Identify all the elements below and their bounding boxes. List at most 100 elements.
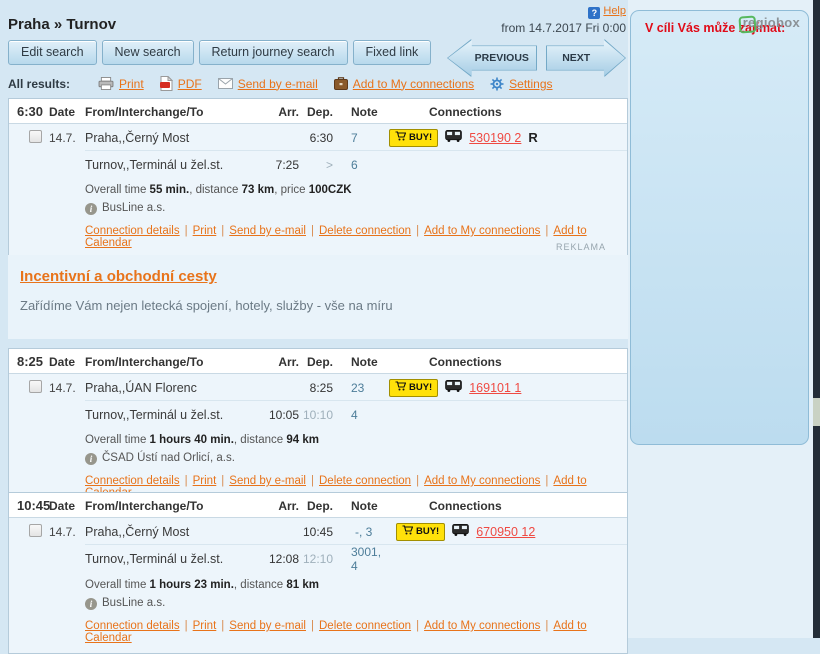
departure-time-header: 8:25 [9,354,49,369]
separator: | [545,225,548,237]
separator: | [221,475,224,487]
previous-button[interactable]: PREVIOUS [447,39,537,77]
bus-icon [445,380,462,395]
pdf-icon [160,76,173,91]
help-link[interactable]: Help [603,5,626,17]
buy-button[interactable]: BUY! [396,523,445,541]
separator: | [416,620,419,632]
from-column-header: From/Interchange/To [85,105,265,119]
cart-icon [395,381,406,394]
settings-link[interactable]: Settings [509,77,552,91]
delete-connection-link[interactable]: Delete connection [319,225,411,237]
date-column-header: Date [49,105,85,119]
separator: | [545,620,548,632]
print-link[interactable]: Print [119,77,144,91]
advertisement: Incentivní a obchodní cesty Zařídíme Vám… [8,255,628,339]
row-stop-name: Praha,,Černý Most [85,131,265,145]
departure-time-header: 10:45 [9,498,49,513]
fixed-link-button[interactable]: Fixed link [353,40,432,65]
connection-number-link[interactable]: 530190 2 [469,131,521,145]
row-note: 6 [333,158,385,172]
row-departure: > [299,158,333,172]
all-results-label: All results: [8,77,70,91]
edit-search-button[interactable]: Edit search [8,40,97,65]
window-edge [813,0,820,638]
overall-summary: Overall time 1 hours 40 min., distance 9… [85,433,627,448]
gear-icon [490,77,504,91]
connection-number-link[interactable]: 169101 1 [469,381,521,395]
result-table-header: 10:45 Date From/Interchange/To Arr. Dep.… [9,493,627,518]
note-column-header: Note [333,499,385,513]
reklama-label: REKLAMA [8,242,628,252]
dep-column-header: Dep. [299,105,333,119]
separator: | [416,225,419,237]
briefcase-icon [334,77,348,90]
result-table-header: 6:30 Date From/Interchange/To Arr. Dep. … [9,99,627,124]
row-stop-name: Praha,,ÚAN Florenc [85,381,265,395]
connection-details-link[interactable]: Connection details [85,475,180,487]
row-arrival: 12:08 [265,552,299,566]
print-connection-link[interactable]: Print [193,475,217,487]
select-connection-checkbox[interactable] [29,524,42,537]
return-journey-search-button[interactable]: Return journey search [199,40,348,65]
carrier-name: ČSAD Ústí nad Orlicí, a.s. [102,451,235,466]
next-button[interactable]: NEXT [546,39,626,77]
print-connection-link[interactable]: Print [193,225,217,237]
send-email-link[interactable]: Send by e-mail [238,77,318,91]
separator: | [185,225,188,237]
connections-column-header: Connections [385,499,627,513]
row-note: 3001, 4 [333,545,385,573]
connection-details-link[interactable]: Connection details [85,620,180,632]
arr-column-header: Arr. [265,355,299,369]
select-connection-checkbox[interactable] [29,380,42,393]
ad-title-link[interactable]: Incentivní a obchodní cesty [20,268,217,285]
send-email-connection-link[interactable]: Send by e-mail [229,225,306,237]
row-note: 4 [333,408,385,422]
connection-number-link[interactable]: 670950 12 [476,525,535,539]
row-note: -, 3 [337,525,389,539]
row-stop-name: Turnov,,Terminál u žel.st. [85,552,265,566]
cart-icon [402,525,413,538]
connections-column-header: Connections [385,105,627,119]
row-arrival: 7:25 [265,158,299,172]
table-row: 14.7. Praha,,Černý Most -, 3 10:45 -, 3 … [9,518,627,545]
table-row: 14.7. Praha,,ÚAN Florenc 8:25 23 BUY! 16… [9,374,627,401]
row-departure: 8:25 [299,381,333,395]
buy-button[interactable]: BUY! [389,129,438,147]
bus-icon [445,130,462,145]
delete-connection-link[interactable]: Delete connection [319,620,411,632]
add-my-connections-link[interactable]: Add to My connections [424,475,540,487]
print-connection-link[interactable]: Print [193,620,217,632]
result-table-header: 8:25 Date From/Interchange/To Arr. Dep. … [9,349,627,374]
overall-summary: Overall time 1 hours 23 min., distance 8… [85,578,627,593]
table-row: 14.7. Praha,,Černý Most 6:30 7 BUY! 5301… [9,124,627,151]
result-card-630: 6:30 Date From/Interchange/To Arr. Dep. … [8,98,628,259]
table-row: Turnov,,Terminál u žel.st. 10:05 10:10 4 [9,401,627,428]
result-card-825: 8:25 Date From/Interchange/To Arr. Dep. … [8,348,628,509]
row-stop-name: Praha,,Černý Most [85,525,265,539]
add-my-connections-toolbar-link[interactable]: Add to My connections [353,77,474,91]
delete-connection-link[interactable]: Delete connection [319,475,411,487]
overall-summary: Overall time 55 min., distance 73 km, pr… [85,183,627,198]
separator: | [416,475,419,487]
envelope-icon [218,78,233,89]
note-column-header: Note [333,105,385,119]
select-connection-checkbox[interactable] [29,130,42,143]
note-column-header: Note [333,355,385,369]
dep-column-header: Dep. [299,355,333,369]
printer-icon [98,77,114,90]
next-button-label: NEXT [548,39,604,77]
buy-button[interactable]: BUY! [389,379,438,397]
pdf-link[interactable]: PDF [178,77,202,91]
new-search-button[interactable]: New search [102,40,194,65]
connections-column-header: Connections [385,355,627,369]
add-my-connections-link[interactable]: Add to My connections [424,620,540,632]
buy-button-label: BUY! [409,382,432,393]
help-icon: ? [588,7,600,19]
connection-details-link[interactable]: Connection details [85,225,180,237]
add-my-connections-link[interactable]: Add to My connections [424,225,540,237]
date-column-header: Date [49,355,85,369]
row-departure: 10:10 [299,408,333,422]
send-email-connection-link[interactable]: Send by e-mail [229,620,306,632]
send-email-connection-link[interactable]: Send by e-mail [229,475,306,487]
